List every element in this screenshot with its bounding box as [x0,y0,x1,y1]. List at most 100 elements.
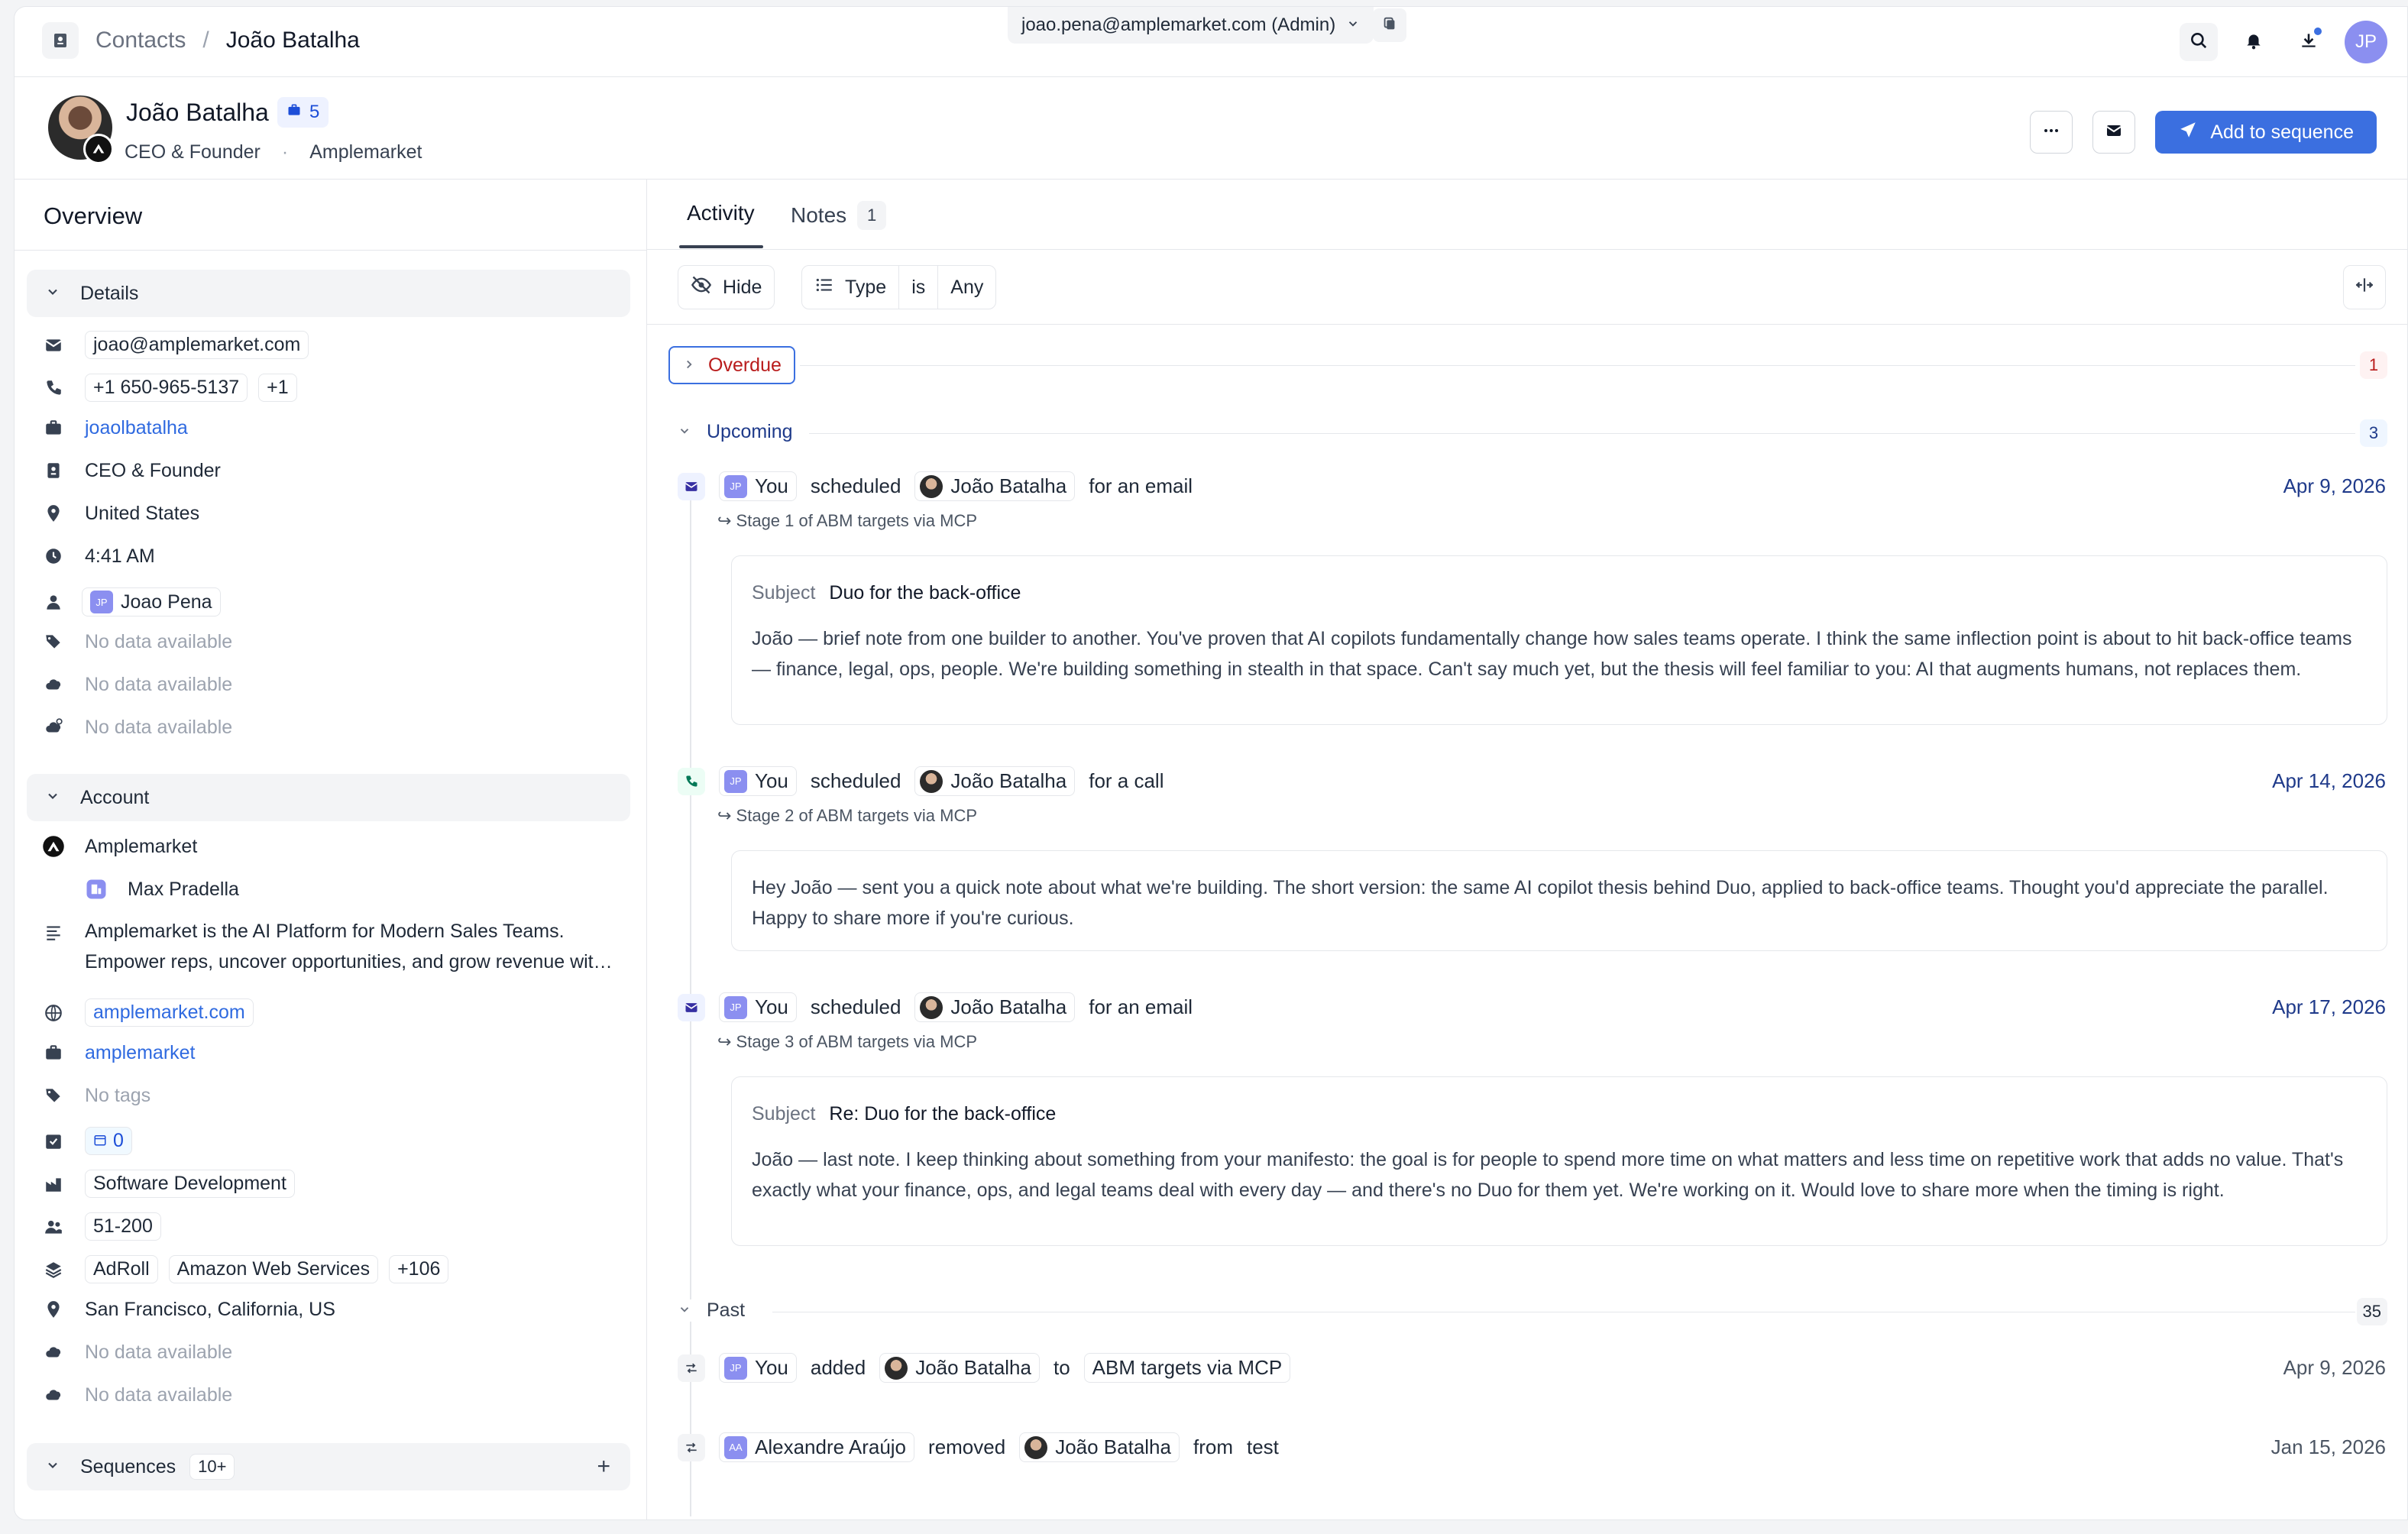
more-button[interactable] [2030,111,2073,154]
website-link[interactable]: amplemarket.com [85,998,254,1027]
activity-prep: from [1193,1435,1233,1458]
downloads-button[interactable] [2290,23,2328,61]
target-chip[interactable]: João Batalha [879,1353,1040,1383]
cloud-icon [42,673,65,696]
tags-icon [42,630,65,653]
tab-notes-label: Notes [791,203,847,227]
actor-chip[interactable]: AA Alexandre Araújo [719,1432,915,1462]
actor-name: You [755,769,788,792]
add-to-sequence-button[interactable]: Add to sequence [2155,111,2377,154]
no-data-text: No data available [85,1341,233,1363]
sequence-chip[interactable]: ABM targets via MCP [1083,1353,1291,1383]
details-section-toggle[interactable]: Details [27,270,630,317]
hide-button[interactable]: Hide [678,265,775,309]
activity-suffix: for an email [1089,995,1193,1018]
phone-icon [678,767,705,795]
type-filter[interactable]: Type is Any [801,265,997,309]
account-name[interactable]: Amplemarket [85,836,197,858]
type-filter-operator[interactable]: is [898,266,937,309]
tasks-count-chip[interactable]: 0 [85,1127,132,1155]
email-preview-card[interactable]: Subject Duo for the back-office João — br… [731,555,2387,725]
location-pin-icon [42,502,65,525]
tech-more-chip[interactable]: +106 [389,1255,449,1283]
activity-stage[interactable]: ↪ Stage 2 of ABM targets via MCP [717,806,977,826]
detail-phone: +1 650-965-5137 +1 [42,374,297,402]
account-linkedin-link[interactable]: amplemarket [85,1042,196,1064]
target-name: João Batalha [950,474,1067,497]
sequences-section-toggle[interactable]: Sequences 10+ + [27,1443,630,1490]
email-preview-card[interactable]: Subject Re: Duo for the back-office João … [731,1076,2387,1246]
tab-notes[interactable]: Notes 1 [791,201,887,230]
upcoming-label: Upcoming [707,421,793,442]
industry-chip: Software Development [85,1170,295,1198]
account-tech-row: AdRoll Amazon Web Services +106 [42,1255,449,1283]
linkedin-link[interactable]: joaolbatalha [85,417,188,439]
activity-item[interactable]: JP You scheduled João Batalha for a call [678,766,1164,796]
detail-local-time: 4:41 AM [42,545,155,568]
breadcrumb-contacts[interactable]: Contacts [95,28,186,53]
phone-value[interactable]: +1 650-965-5137 [85,374,248,402]
user-avatar[interactable]: JP [2345,21,2387,63]
no-data-text: No data available [85,1384,233,1406]
target-chip[interactable]: João Batalha [1019,1432,1180,1462]
activity-item[interactable]: AA Alexandre Araújo removed João Batalha … [678,1432,1279,1462]
phone-more[interactable]: +1 [258,374,297,402]
contact-company[interactable]: Amplemarket [309,141,422,163]
call-script-card[interactable]: Hey João — sent you a quick note about w… [731,850,2387,951]
target-chip[interactable]: João Batalha [914,992,1076,1022]
detail-salesforce-sync: No data available [42,716,232,739]
contact-header: João Batalha 5 CEO & Founder · Amplemark… [15,77,2407,180]
activity-stage[interactable]: ↪ Stage 3 of ABM targets via MCP [717,1032,977,1052]
sequence-icon [678,1354,705,1382]
sequences-count: 10+ [189,1454,235,1480]
actor-chip[interactable]: JP You [719,766,797,796]
past-group-toggle[interactable]: Past [678,1299,746,1322]
divider [800,365,2355,366]
account-switcher[interactable]: joao.pena@amplemarket.com (Admin) [1008,7,1374,44]
search-button[interactable] [2180,23,2218,61]
target-name: João Batalha [1055,1435,1171,1458]
activity-stage[interactable]: ↪ Stage 1 of ABM targets via MCP [717,511,977,531]
breadcrumb-current: João Batalha [225,28,360,53]
activity-date: Apr 17, 2026 [2272,995,2386,1018]
add-sequence-button[interactable]: + [597,1454,610,1480]
account-owner-name[interactable]: Max Pradella [128,879,239,901]
actor-avatar: JP [724,1356,747,1380]
activity-item[interactable]: JP You scheduled João Batalha for an emai… [678,471,1193,501]
copy-button[interactable] [1373,8,1406,42]
contact-count-badge[interactable]: 5 [277,97,329,128]
notifications-button[interactable] [2235,23,2273,61]
actor-chip[interactable]: JP You [719,992,797,1022]
activity-item[interactable]: JP You scheduled João Batalha for an emai… [678,992,1193,1022]
account-section-toggle[interactable]: Account [27,774,630,821]
account-owner-row: Max Pradella [85,878,239,901]
expand-collapse-button[interactable] [2343,265,2386,309]
actor-avatar: JP [724,474,747,498]
company-logo-icon [42,835,65,858]
upcoming-group-toggle[interactable]: Upcoming [678,421,793,443]
type-filter-value[interactable]: Any [937,266,995,309]
email-value[interactable]: joao@amplemarket.com [85,331,309,359]
activity-item[interactable]: JP You added João Batalha to ABM targets … [678,1353,1291,1383]
actor-chip[interactable]: JP You [719,1353,797,1383]
overdue-group-toggle[interactable]: Overdue [668,346,795,384]
sequence-icon [678,1433,705,1461]
cloud-sync-icon [42,716,65,739]
chevron-down-icon [1346,15,1360,36]
sequence-name[interactable]: test [1247,1435,1279,1459]
target-chip[interactable]: João Batalha [914,471,1076,501]
cloud-icon [42,1384,65,1406]
details-section-label: Details [80,282,139,304]
target-chip[interactable]: João Batalha [914,766,1076,796]
owner-chip[interactable]: JP Joao Pena [82,587,221,617]
email-button[interactable] [2092,111,2136,154]
tab-activity[interactable]: Activity [687,201,755,225]
actor-chip[interactable]: JP You [719,471,797,501]
add-to-sequence-label: Add to sequence [2210,121,2354,143]
activity-verb: added [810,1356,866,1379]
top-bar: Contacts / João Batalha joao.pena@amplem… [15,7,2407,77]
target-name: João Batalha [950,769,1067,792]
contact-avatar [920,474,943,498]
account-linkedin-row: amplemarket [42,1041,196,1064]
tasks-count: 0 [113,1130,124,1151]
